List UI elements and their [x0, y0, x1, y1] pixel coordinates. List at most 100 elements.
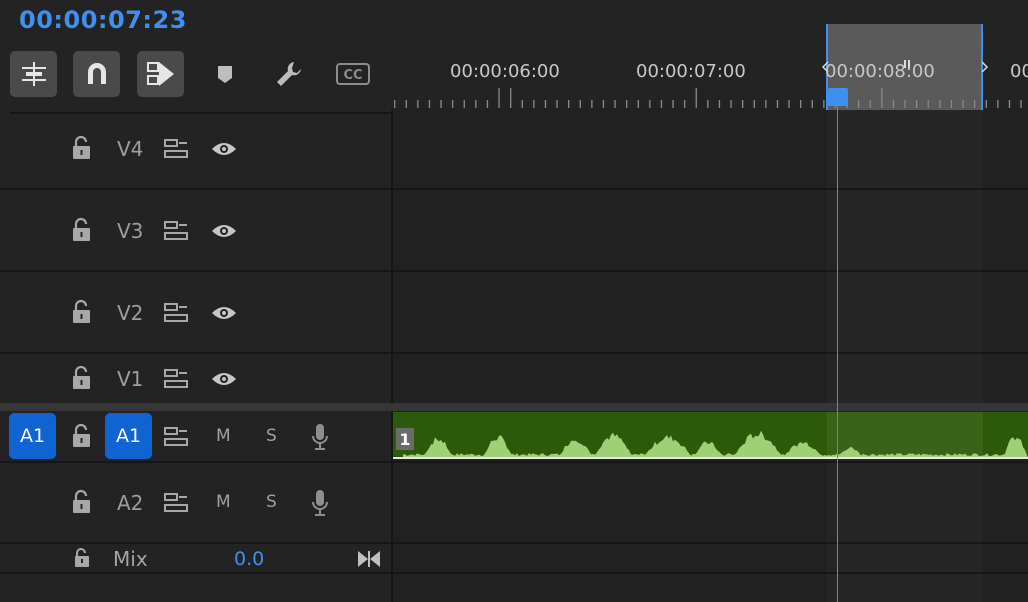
- work-area-shade: [827, 110, 983, 602]
- timeline-settings-button[interactable]: [265, 51, 312, 97]
- eye-visibility-icon[interactable]: [210, 304, 238, 322]
- track-separator: [0, 542, 1028, 544]
- ruler-tick: [394, 100, 396, 108]
- captions-button[interactable]: CC: [329, 51, 376, 97]
- ruler-tick: [475, 100, 477, 108]
- lock-open-icon[interactable]: [72, 547, 92, 569]
- track-name-v3[interactable]: V3: [117, 219, 143, 243]
- mix-volume-value[interactable]: 0.0: [234, 548, 264, 570]
- ruler-tick: [498, 88, 500, 108]
- sync-lock-icon[interactable]: [164, 302, 190, 324]
- lock-open-icon[interactable]: [70, 217, 94, 243]
- lock-open-icon[interactable]: [70, 365, 94, 391]
- playhead-line[interactable]: [837, 104, 838, 602]
- sync-lock-icon[interactable]: [164, 368, 190, 390]
- ruler-tick: [776, 100, 779, 108]
- lock-open-icon[interactable]: [70, 489, 94, 515]
- ruler-tick: [718, 100, 721, 108]
- ruler-tick: [1008, 100, 1011, 108]
- wrench-settings-icon: [276, 62, 301, 86]
- ruler-tick: [417, 100, 419, 108]
- ruler-tick: [614, 100, 616, 108]
- ruler-tick: [637, 100, 639, 108]
- clip-number-badge: 1: [396, 428, 414, 450]
- video-audio-divider[interactable]: [0, 403, 1028, 411]
- lock-open-icon[interactable]: [70, 299, 94, 325]
- track-separator: [0, 572, 1028, 574]
- ruler-tick: [753, 100, 755, 108]
- waveform-shape: [403, 430, 1028, 458]
- eye-visibility-icon[interactable]: [210, 140, 238, 158]
- ruler-tick: [684, 100, 686, 108]
- ruler-tick: [1020, 100, 1022, 108]
- eye-visibility-icon[interactable]: [210, 370, 238, 388]
- ruler-tick: [823, 100, 825, 108]
- microphone-icon[interactable]: [310, 422, 330, 452]
- source-patch-a1[interactable]: A1: [9, 413, 56, 459]
- snap-button[interactable]: [73, 51, 120, 97]
- ruler-tick: [765, 100, 767, 108]
- add-marker-icon: [217, 66, 232, 83]
- solo-button-a2[interactable]: S: [266, 492, 277, 512]
- track-name-a2[interactable]: A2: [117, 491, 143, 515]
- ruler-label-6s: 00:00:06:00: [450, 61, 560, 82]
- ruler-tick: [904, 100, 906, 108]
- ruler-tick: [579, 100, 581, 108]
- ruler-tick: [985, 100, 987, 108]
- playhead-handle[interactable]: [828, 88, 848, 106]
- current-timecode[interactable]: 00:00:07:23: [19, 6, 187, 34]
- track-headers: [0, 110, 391, 602]
- captions-label: CC: [343, 68, 362, 83]
- eye-visibility-icon[interactable]: [210, 222, 238, 240]
- ruler-label-8s: 00:00:08:00: [825, 61, 935, 82]
- ruler-tick: [556, 100, 558, 108]
- ruler-tick: [544, 100, 547, 108]
- ruler-tick: [869, 100, 871, 108]
- ruler-tick: [695, 88, 697, 108]
- ruler-tick: [591, 100, 593, 108]
- ruler-tick: [788, 100, 790, 108]
- track-separator: [0, 270, 1028, 272]
- mute-button-a1[interactable]: M: [216, 426, 231, 446]
- linked-selection-icon: [146, 62, 174, 86]
- nest-sequence-button[interactable]: [10, 51, 57, 97]
- mute-button-a2[interactable]: M: [216, 492, 231, 512]
- lock-open-icon[interactable]: [70, 423, 94, 449]
- header-divider: [391, 110, 393, 602]
- sync-lock-icon[interactable]: [164, 220, 190, 242]
- audio-clip[interactable]: [393, 412, 1028, 459]
- ruler-tick: [939, 100, 941, 108]
- ruler-tick: [927, 100, 929, 108]
- clip-bottom-edge: [393, 457, 1028, 459]
- ruler-tick: [811, 100, 813, 108]
- add-marker-button[interactable]: [201, 51, 248, 97]
- track-separator: [0, 352, 1028, 354]
- ruler-tick: [521, 100, 523, 108]
- nest-sequence-icon: [21, 62, 46, 86]
- linked-selection-button[interactable]: [137, 51, 184, 97]
- lock-open-icon[interactable]: [70, 135, 94, 161]
- snap-magnet-icon: [87, 63, 106, 84]
- track-target-a1[interactable]: A1: [105, 413, 152, 459]
- ruler-tick: [463, 100, 465, 108]
- track-name-v4[interactable]: V4: [117, 137, 143, 161]
- track-name-v1[interactable]: V1: [117, 367, 143, 391]
- mix-label: Mix: [113, 547, 148, 571]
- track-name-v2[interactable]: V2: [117, 301, 143, 325]
- ruler-tick: [950, 100, 953, 108]
- ruler-tick: [660, 100, 663, 108]
- sync-lock-icon[interactable]: [164, 492, 190, 514]
- track-separator: [0, 461, 1028, 463]
- sync-lock-icon[interactable]: [164, 138, 190, 160]
- microphone-icon[interactable]: [310, 488, 330, 518]
- ruler-tick: [533, 100, 535, 108]
- sync-lock-icon[interactable]: [164, 426, 190, 448]
- ruler-tick: [486, 100, 489, 108]
- ruler-tick: [428, 100, 431, 108]
- solo-button-a1[interactable]: S: [266, 426, 277, 446]
- mix-bowtie-icon[interactable]: [357, 550, 381, 568]
- ruler-label-7s: 00:00:07:00: [636, 61, 746, 82]
- ruler-tick: [997, 100, 999, 108]
- ruler-tick: [672, 100, 674, 108]
- ruler-tick: [568, 100, 570, 108]
